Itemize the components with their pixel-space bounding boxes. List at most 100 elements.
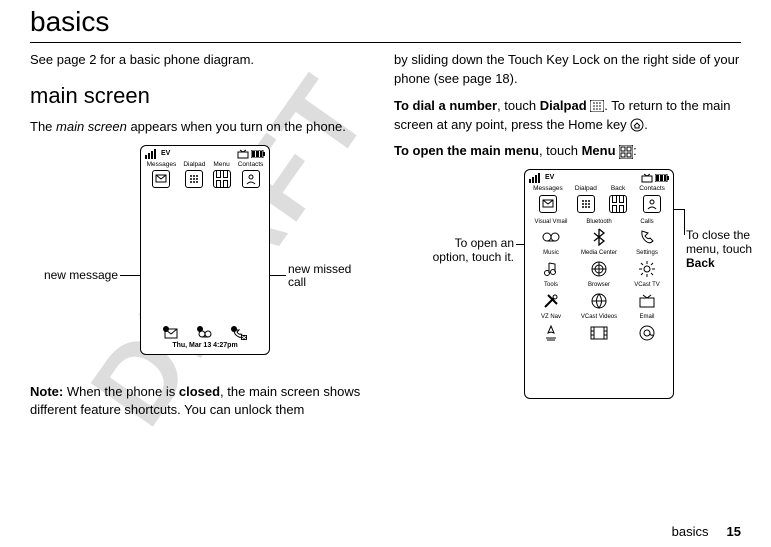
contacts-icon xyxy=(242,170,260,188)
footer-page-number: 15 xyxy=(727,524,741,539)
callout-new-missed: new missed call xyxy=(288,263,368,291)
text: menu, touch xyxy=(686,243,766,257)
page-title: basics xyxy=(30,0,741,42)
text: To close the xyxy=(686,229,766,243)
text: The xyxy=(30,119,56,134)
shortcut-row: Messages Dialpad Menu Contacts xyxy=(141,160,269,190)
label: Email xyxy=(639,313,654,322)
vcast-videos-icon xyxy=(589,323,609,343)
browser-icon xyxy=(589,291,609,311)
calls-icon xyxy=(637,227,657,247)
open-menu-text: To open the main menu, touch Menu : xyxy=(394,142,750,161)
shortcut-contacts: Contacts xyxy=(238,160,264,188)
app-bluetooth: Bluetooth xyxy=(577,218,621,248)
label: Visual Vmail xyxy=(535,218,568,227)
app-vz-nav: VZ Nav xyxy=(529,313,573,343)
bluetooth-icon xyxy=(589,227,609,247)
main-screen-desc: The main screen appears when you turn on… xyxy=(30,118,370,137)
label: Messages xyxy=(533,184,563,193)
label: Settings xyxy=(636,249,658,258)
callout-new-message: new message xyxy=(34,269,118,283)
footer-label: basics xyxy=(672,524,709,539)
label: Contacts xyxy=(238,160,264,169)
shortcut-back: Back xyxy=(609,184,627,212)
tv-icon xyxy=(237,149,249,159)
label: Bluetooth xyxy=(586,218,611,227)
menu-icon xyxy=(213,170,231,188)
callout-close-menu: To close the menu, touch Back xyxy=(686,229,766,270)
app-vcast-videos: VCast Videos xyxy=(577,313,621,343)
back-menu-icon xyxy=(609,195,627,213)
battery-icon xyxy=(251,150,265,158)
app-music: Music xyxy=(529,249,573,279)
messages-icon xyxy=(539,195,557,213)
email-icon xyxy=(637,323,657,343)
callout-open-option: To open an option, touch it. xyxy=(424,237,514,265)
label: Calls xyxy=(640,218,653,227)
text: . xyxy=(644,117,648,132)
clock-text: Thu, Mar 13 4:27pm xyxy=(141,341,269,351)
text: call xyxy=(288,276,368,290)
shortcut-messages: Messages xyxy=(147,160,177,188)
messages-icon xyxy=(152,170,170,188)
tools-icon xyxy=(541,291,561,311)
signal-icon xyxy=(145,149,159,159)
phone-screen-2: EV Messages Dialpad Back Contacts Visual… xyxy=(524,169,674,399)
label: VZ Nav xyxy=(541,313,561,322)
menu-inline-icon xyxy=(619,145,633,159)
text-italic: main screen xyxy=(56,119,127,134)
new-voicemail-icon xyxy=(197,326,213,340)
vcast-tv-icon xyxy=(637,291,657,311)
text: When the phone is xyxy=(63,384,179,399)
voicemail-icon xyxy=(541,227,561,247)
shortcut-contacts: Contacts xyxy=(639,184,665,212)
app-email: Email xyxy=(625,313,669,343)
text: , touch xyxy=(539,143,582,158)
dialpad-icon xyxy=(185,170,203,188)
home-inline-icon xyxy=(630,118,644,132)
text: new missed xyxy=(288,263,368,277)
status-bar: EV xyxy=(525,170,673,184)
label: Menu xyxy=(213,160,229,169)
label: Media Center xyxy=(581,249,617,258)
app-settings: Settings xyxy=(625,249,669,279)
label: Tools xyxy=(544,281,558,290)
title-rule xyxy=(30,42,741,43)
contacts-icon xyxy=(643,195,661,213)
status-bar: EV xyxy=(141,146,269,160)
section-heading-main-screen: main screen xyxy=(30,80,370,112)
app-media-center: Media Center xyxy=(577,249,621,279)
phone-screen-1: EV Messages Dialpad Menu Contacts xyxy=(140,145,270,355)
app-tools: Tools xyxy=(529,281,573,311)
text-bold: To dial a number xyxy=(394,98,497,113)
label: Music xyxy=(543,249,559,258)
text-bold: Dialpad xyxy=(540,98,587,113)
text: : xyxy=(633,143,637,158)
label: VCast Videos xyxy=(581,313,617,322)
label: VCast TV xyxy=(634,281,660,290)
app-browser: Browser xyxy=(577,281,621,311)
ev-icon: EV xyxy=(545,173,554,183)
dialpad-inline-icon xyxy=(590,100,604,112)
app-calls: Calls xyxy=(625,218,669,248)
notif-row xyxy=(141,326,269,340)
media-center-icon xyxy=(589,259,609,279)
text: To open an xyxy=(424,237,514,251)
label: Contacts xyxy=(639,184,665,193)
phone-diagram-2: To open an option, touch it. To close th… xyxy=(434,169,764,409)
shortcut-menu: Menu xyxy=(213,160,231,188)
label: Dialpad xyxy=(575,184,597,193)
text: appears when you turn on the phone. xyxy=(127,119,346,134)
text: , touch xyxy=(497,98,540,113)
page-footer: basics 15 xyxy=(672,524,741,539)
music-icon xyxy=(541,259,561,279)
phone-diagram-1: new message new voicemail new missed cal… xyxy=(40,145,370,375)
vz-nav-icon xyxy=(541,323,561,343)
app-visual-vmail: Visual Vmail xyxy=(529,218,573,248)
app-grid: Visual Vmail Bluetooth Calls Music Media… xyxy=(525,215,673,346)
missed-call-icon xyxy=(231,326,247,340)
text-bold: Note: xyxy=(30,384,63,399)
text-bold: closed xyxy=(179,384,220,399)
text: option, touch it. xyxy=(424,251,514,265)
shortcut-dialpad: Dialpad xyxy=(183,160,205,188)
